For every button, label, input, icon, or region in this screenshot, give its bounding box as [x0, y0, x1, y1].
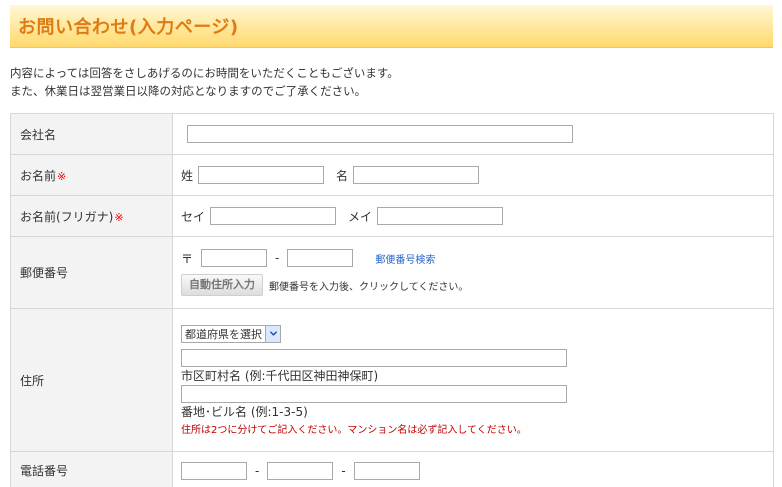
- postal-help-text: 郵便番号を入力後、クリックしてください。: [269, 281, 469, 293]
- street-hint: 番地･ビル名 (例:1-3-5): [181, 404, 308, 419]
- address-note: 住所は2つに分けてご記入ください。マンション名は必ず記入してください。: [181, 424, 527, 436]
- page-title: お問い合わせ(入力ページ): [18, 17, 239, 38]
- company-input[interactable]: [187, 125, 573, 143]
- intro-text: 内容によっては回答をさしあげるのにお時間をいただくこともございます。 また、休業…: [10, 64, 770, 100]
- name-field-cell: 姓 名: [172, 154, 774, 196]
- page-header: お問い合わせ(入力ページ): [10, 5, 773, 48]
- postal-label: 郵便番号: [20, 266, 69, 280]
- sei-kana-label: セイ: [181, 209, 206, 224]
- phone-label: 電話番号: [20, 464, 69, 478]
- company-row: 会社名: [10, 113, 774, 155]
- chevron-down-icon[interactable]: [265, 325, 280, 342]
- kana-row: お名前(フリガナ)※ セイ メイ: [10, 195, 774, 237]
- street-input[interactable]: [181, 384, 567, 403]
- prefecture-selected-value: 都道府県を選択: [185, 327, 262, 341]
- address-row: 住所 都道府県を選択 市区町村名 (例:千代田区神田神保町) 番地･ビル名 (例…: [10, 308, 774, 452]
- phone-separator-2: -: [341, 463, 346, 478]
- postal-code-second-input[interactable]: [287, 249, 354, 267]
- kana-required-mark: ※: [114, 210, 124, 224]
- prefecture-select[interactable]: 都道府県を選択: [181, 324, 281, 343]
- contact-form-table: 会社名 お名前※ 姓 名 お名前(フリガナ)※ セイ メイ 郵便番号 〒 - 郵…: [10, 113, 774, 487]
- postal-separator: -: [275, 251, 280, 265]
- kana-label-cell: お名前(フリガナ)※: [10, 195, 173, 237]
- phone-field-cell: - -: [172, 451, 774, 487]
- company-label-cell: 会社名: [10, 113, 173, 155]
- postal-row: 郵便番号 〒 - 郵便番号検索 自動住所入力 郵便番号を入力後、クリックしてくだ…: [10, 236, 774, 309]
- postal-prefix: 〒: [181, 251, 194, 266]
- company-field-cell: [172, 113, 774, 155]
- last-name-input[interactable]: [198, 166, 325, 184]
- city-input[interactable]: [181, 348, 567, 367]
- postal-code-first-input[interactable]: [201, 249, 268, 267]
- phone-third-input[interactable]: [353, 461, 420, 480]
- phone-second-input[interactable]: [267, 461, 334, 480]
- kana-field-cell: セイ メイ: [172, 195, 774, 237]
- address-label: 住所: [20, 373, 45, 388]
- kana-label: お名前(フリガナ): [20, 209, 114, 224]
- postal-code-search-link[interactable]: 郵便番号検索: [375, 251, 435, 266]
- mei-kana-label: メイ: [348, 209, 373, 224]
- company-label: 会社名: [20, 127, 57, 142]
- name-label-cell: お名前※: [10, 154, 173, 196]
- name-required-mark: ※: [57, 169, 67, 183]
- mei-label: 名: [336, 168, 349, 183]
- first-name-input[interactable]: [353, 166, 480, 184]
- intro-line-2: また、休業日は翌営業日以降の対応となりますのでご了承ください。: [10, 84, 367, 98]
- sei-label: 姓: [181, 168, 194, 183]
- address-field-cell: 都道府県を選択 市区町村名 (例:千代田区神田神保町) 番地･ビル名 (例:1-…: [172, 308, 774, 452]
- postal-label-cell: 郵便番号: [10, 236, 173, 309]
- intro-line-1: 内容によっては回答をさしあげるのにお時間をいただくこともございます。: [10, 66, 399, 80]
- phone-separator-1: -: [255, 463, 260, 478]
- name-row: お名前※ 姓 名: [10, 154, 774, 196]
- last-name-kana-input[interactable]: [210, 207, 337, 225]
- first-name-kana-input[interactable]: [377, 207, 504, 225]
- phone-label-cell: 電話番号: [10, 451, 173, 487]
- city-hint: 市区町村名 (例:千代田区神田神保町): [181, 368, 379, 383]
- postal-field-cell: 〒 - 郵便番号検索 自動住所入力 郵便番号を入力後、クリックしてください。: [172, 236, 774, 309]
- address-label-cell: 住所: [10, 308, 173, 452]
- phone-first-input[interactable]: [181, 461, 247, 480]
- auto-address-button[interactable]: 自動住所入力: [181, 274, 263, 296]
- contact-form-page: お問い合わせ(入力ページ) 内容によっては回答をさしあげるのにお時間をいただくこ…: [0, 0, 782, 487]
- phone-row: 電話番号 - -: [10, 451, 774, 487]
- name-label: お名前: [20, 168, 57, 183]
